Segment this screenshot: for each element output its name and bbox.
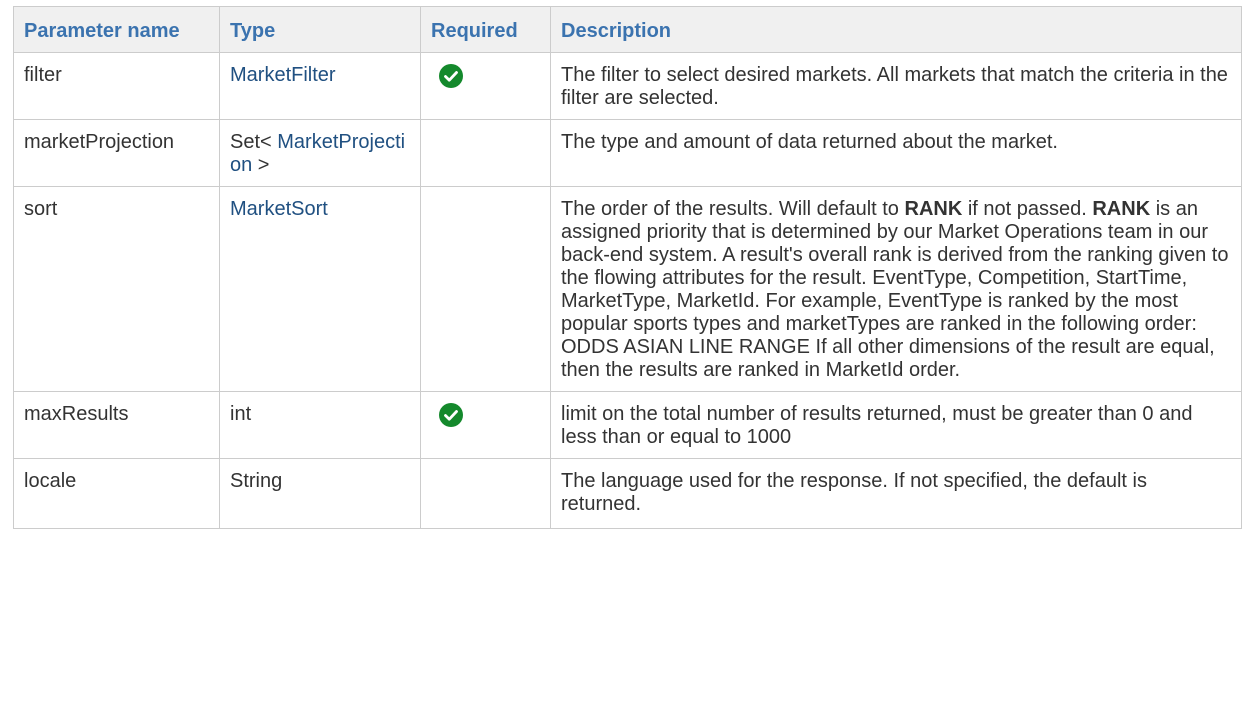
- param-description: The language used for the response. If n…: [550, 458, 1242, 529]
- check-circle-icon: [439, 64, 463, 88]
- param-required: [420, 52, 551, 120]
- table-row: filter MarketFilter The filter to select…: [13, 52, 1242, 120]
- param-description: The type and amount of data returned abo…: [550, 119, 1242, 187]
- description-bold-rank: RANK: [1092, 198, 1151, 220]
- header-parameter-name: Parameter name: [13, 6, 220, 53]
- table-row: maxResults int limit on the total number…: [13, 391, 1242, 459]
- param-type: Set< MarketProjection >: [219, 119, 421, 187]
- description-bold-rank: RANK: [904, 198, 963, 220]
- type-text: int: [230, 403, 252, 425]
- param-type: int: [219, 391, 421, 459]
- param-type: String: [219, 458, 421, 529]
- type-prefix: Set<: [230, 131, 278, 153]
- param-name: sort: [13, 186, 220, 392]
- header-description: Description: [550, 6, 1242, 53]
- param-description: limit on the total number of results ret…: [550, 391, 1242, 459]
- type-suffix: >: [252, 154, 270, 176]
- param-type: MarketSort: [219, 186, 421, 392]
- type-text: String: [230, 470, 283, 492]
- check-circle-icon: [439, 403, 463, 427]
- type-link-marketfilter[interactable]: MarketFilter: [230, 64, 336, 86]
- type-link-marketsort[interactable]: MarketSort: [230, 198, 328, 220]
- header-type: Type: [219, 6, 421, 53]
- header-required: Required: [420, 6, 551, 53]
- description-text: is an assigned priority that is determin…: [561, 198, 1229, 381]
- param-name: filter: [13, 52, 220, 120]
- param-name: maxResults: [13, 391, 220, 459]
- table-row: marketProjection Set< MarketProjection >…: [13, 119, 1242, 187]
- table-row: locale String The language used for the …: [13, 458, 1242, 529]
- param-name: locale: [13, 458, 220, 529]
- param-required: [420, 391, 551, 459]
- param-description: The order of the results. Will default t…: [550, 186, 1242, 392]
- param-required: [420, 186, 551, 392]
- description-text: The order of the results. Will default t…: [561, 198, 905, 220]
- param-description: The filter to select desired markets. Al…: [550, 52, 1242, 120]
- table-header-row: Parameter name Type Required Description: [13, 6, 1242, 53]
- parameters-table: Parameter name Type Required Description…: [13, 6, 1242, 529]
- param-required: [420, 458, 551, 529]
- param-name: marketProjection: [13, 119, 220, 187]
- param-required: [420, 119, 551, 187]
- table-row: sort MarketSort The order of the results…: [13, 186, 1242, 392]
- description-text: if not passed.: [962, 198, 1093, 220]
- param-type: MarketFilter: [219, 52, 421, 120]
